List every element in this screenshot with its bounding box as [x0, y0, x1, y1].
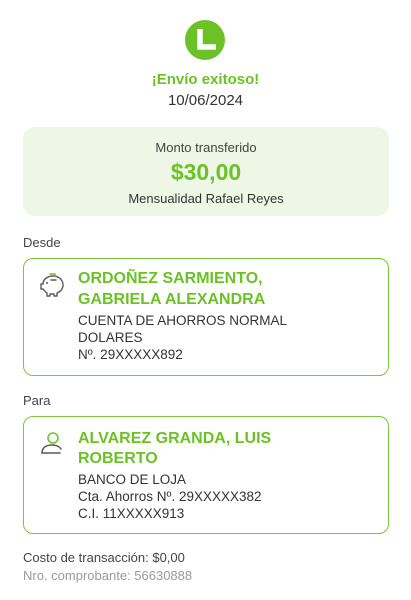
amount-label: Monto transferido	[155, 140, 257, 155]
from-name-line1: ORDOÑEZ SARMIENTO,	[78, 270, 263, 287]
receipt-number: Nro. comprobante: 56630888	[23, 568, 193, 583]
to-name-line2: ROBERTO	[78, 450, 158, 467]
to-bank-name: BANCO DE LOJA	[78, 472, 187, 487]
transfer-receipt-screen: ¡Envío exitoso! 10/06/2024 Monto transfe…	[0, 0, 411, 600]
user-icon	[41, 432, 62, 454]
to-account-card: ALVAREZ GRANDA, LUIS ROBERTO BANCO DE LO…	[23, 416, 389, 534]
to-account-number: Cta. Ahorros Nº. 29XXXXX382	[78, 489, 262, 504]
to-id-number: C.I. 11XXXXX913	[78, 506, 185, 521]
amount-value: $30,00	[170, 159, 242, 185]
to-section-label: Para	[23, 393, 51, 408]
from-section-label: Desde	[23, 235, 61, 250]
from-account-card: ORDOÑEZ SARMIENTO, GABRIELA ALEXANDRA CU…	[23, 258, 389, 376]
from-name-line2: GABRIELA ALEXANDRA	[78, 291, 266, 308]
from-account-number: Nº. 29XXXXX892	[78, 347, 183, 362]
bank-logo	[185, 20, 225, 60]
piggy-bank-icon	[40, 273, 64, 297]
from-account-type-line1: CUENTA DE AHORROS NORMAL	[78, 313, 288, 328]
transaction-cost: Costo de transacción: $0,00	[23, 550, 185, 565]
from-account-type-line2: DOLARES	[78, 330, 143, 345]
transaction-date: 10/06/2024	[167, 92, 244, 109]
transfer-description: Mensualidad Rafael Reyes	[128, 191, 284, 206]
to-name-line1: ALVAREZ GRANDA, LUIS	[78, 430, 272, 447]
success-title: ¡Envío exitoso!	[151, 71, 260, 88]
amount-card: Monto transferido $30,00 Mensualidad Raf…	[23, 127, 389, 216]
